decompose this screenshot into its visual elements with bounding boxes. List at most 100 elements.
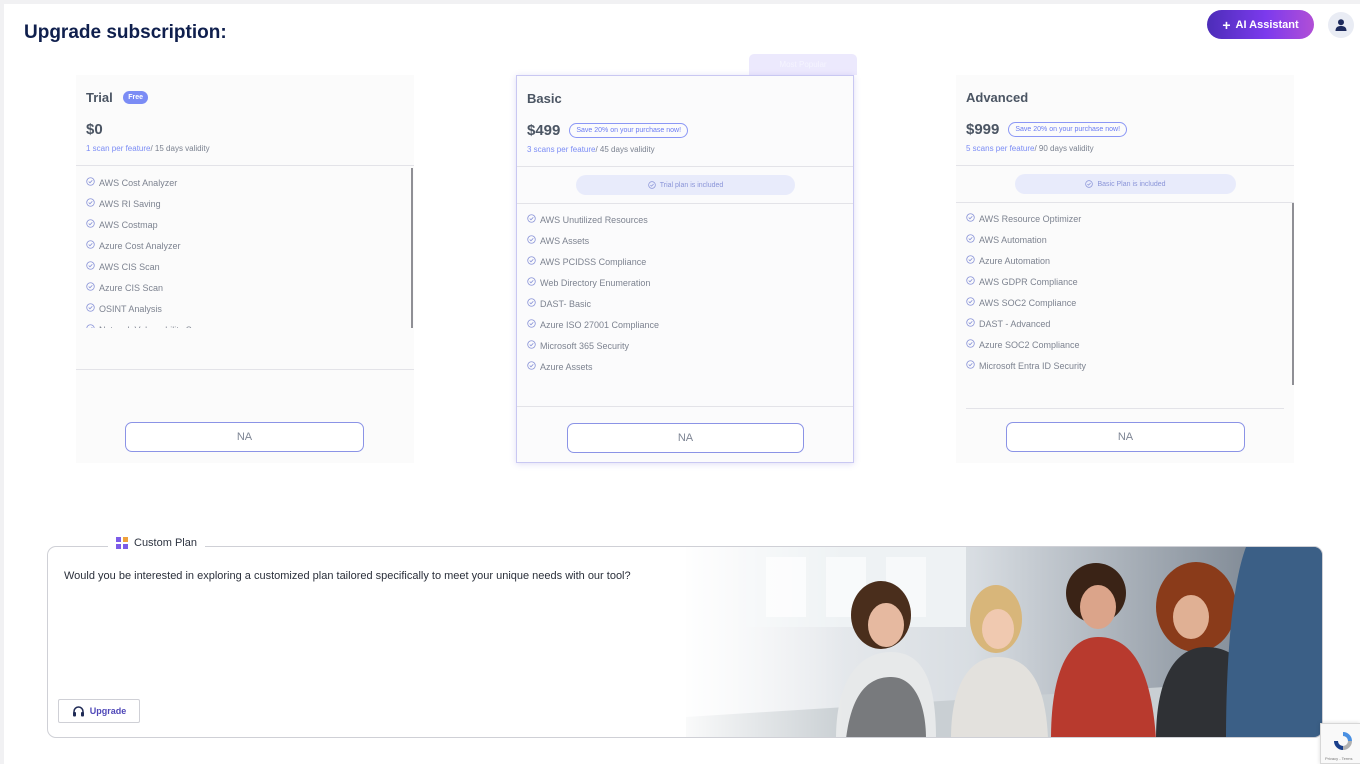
plan-select-button[interactable]: NA: [1006, 422, 1245, 452]
recaptcha-text: Privacy - Terms: [1325, 756, 1353, 761]
feature-item: AWS Automation: [966, 229, 1284, 250]
feature-label: AWS GDPR Compliance: [979, 276, 1078, 287]
plan-validity: 3 scans per feature/ 45 days validity: [527, 145, 843, 154]
feature-label: AWS Assets: [540, 235, 590, 246]
plan-select-button[interactable]: NA: [125, 422, 364, 452]
plan-validity: 1 scan per feature/ 15 days validity: [86, 144, 404, 153]
save-badge: Save 20% on your purchase now!: [569, 123, 689, 138]
check-circle-icon: [527, 277, 536, 288]
plan-days: / 90 days validity: [1034, 144, 1094, 153]
plan-scans: 5 scans per feature: [966, 144, 1035, 153]
check-circle-icon: [527, 235, 536, 246]
check-circle-icon: [86, 303, 95, 314]
feature-item: DAST- Basic: [527, 293, 843, 314]
feature-item: Microsoft 365 Security: [527, 335, 843, 356]
check-circle-icon: [647, 181, 656, 189]
feature-list[interactable]: AWS Cost Analyzer AWS RI Saving AWS Costma…: [86, 172, 404, 328]
check-circle-icon: [527, 214, 536, 225]
feature-scrollbar[interactable]: [411, 168, 413, 328]
check-circle-icon: [86, 177, 95, 188]
check-circle-icon: [966, 318, 975, 329]
plan-card-basic: Basic $499 Save 20% on your purchase now…: [516, 75, 854, 463]
feature-item: AWS PCIDSS Compliance: [527, 251, 843, 272]
feature-label: Azure Automation: [979, 255, 1051, 266]
feature-item: Azure CIS Scan: [86, 277, 404, 298]
plan-scans: 1 scan per feature: [86, 144, 151, 153]
plan-days: / 15 days validity: [150, 144, 210, 153]
divider: [517, 166, 853, 167]
included-pill: Trial plan is included: [576, 175, 795, 195]
page: Upgrade subscription: + AI Assistant Mos…: [4, 4, 1360, 764]
check-circle-icon: [966, 213, 975, 224]
user-avatar-button[interactable]: [1328, 12, 1354, 38]
feature-label: AWS RI Saving: [99, 198, 161, 209]
feature-label: Azure CIS Scan: [99, 282, 164, 293]
custom-plan-panel: Would you be interested in exploring a c…: [47, 546, 1323, 738]
check-circle-icon: [86, 219, 95, 230]
check-circle-icon: [966, 297, 975, 308]
feature-item: Network Vulnerability Scan: [86, 319, 404, 328]
feature-item: AWS Resource Optimizer: [966, 208, 1284, 229]
recaptcha-badge[interactable]: Privacy - Terms: [1320, 723, 1360, 764]
feature-item: AWS CIS Scan: [86, 256, 404, 277]
feature-label: Microsoft Entra ID Security: [979, 360, 1087, 371]
included-pill: Basic Plan is included: [1015, 174, 1236, 194]
check-circle-icon: [966, 234, 975, 245]
feature-item: AWS RI Saving: [86, 193, 404, 214]
check-circle-icon: [1085, 180, 1094, 188]
page-title: Upgrade subscription:: [24, 22, 227, 43]
custom-plan-description: Would you be interested in exploring a c…: [64, 570, 631, 582]
feature-label: Azure ISO 27001 Compliance: [540, 319, 660, 330]
plan-card-trial: Trial Free $0 1 scan per feature/ 15 day…: [76, 75, 414, 463]
plan-name: Basic: [527, 91, 562, 107]
check-circle-icon: [86, 240, 95, 251]
feature-item: AWS SOC2 Compliance: [966, 292, 1284, 313]
most-popular-tag: Most Popular: [749, 54, 857, 75]
check-circle-icon: [86, 261, 95, 272]
feature-label: AWS Resource Optimizer: [979, 213, 1082, 224]
feature-scrollbar[interactable]: [1292, 203, 1294, 385]
divider: [517, 203, 853, 204]
feature-item: Azure SOC2 Compliance: [966, 334, 1284, 355]
feature-label: DAST - Advanced: [979, 318, 1051, 329]
plus-icon: +: [1222, 16, 1231, 33]
headset-icon: [72, 706, 84, 717]
check-circle-icon: [966, 276, 975, 287]
feature-label: AWS PCIDSS Compliance: [540, 256, 647, 267]
plan-select-button[interactable]: NA: [567, 423, 804, 453]
check-circle-icon: [86, 282, 95, 293]
plan-name: Trial: [86, 90, 113, 106]
feature-label: AWS Costmap: [99, 219, 158, 230]
feature-label: Network Vulnerability Scan: [99, 325, 206, 329]
feature-label: AWS CIS Scan: [99, 261, 160, 272]
feature-item: AWS Cost Analyzer: [86, 172, 404, 193]
feature-list[interactable]: AWS Resource Optimizer AWS Automation Azur…: [966, 208, 1284, 378]
feature-list[interactable]: AWS Unutilized Resources AWS Assets AWS PC…: [527, 209, 843, 379]
divider: [517, 406, 853, 407]
feature-label: AWS SOC2 Compliance: [979, 297, 1077, 308]
feature-item: AWS Costmap: [86, 214, 404, 235]
check-circle-icon: [527, 256, 536, 267]
check-circle-icon: [966, 255, 975, 266]
check-circle-icon: [86, 324, 95, 328]
plan-card-advanced: Advanced $999 Save 20% on your purchase …: [956, 75, 1294, 463]
recaptcha-icon: [1334, 732, 1352, 750]
divider: [76, 165, 414, 166]
check-circle-icon: [86, 198, 95, 209]
feature-item: AWS Unutilized Resources: [527, 209, 843, 230]
feature-label: AWS Unutilized Resources: [540, 214, 648, 225]
free-badge: Free: [123, 91, 148, 105]
divider: [956, 202, 1294, 203]
plan-price: $499: [527, 122, 561, 139]
feature-label: DAST- Basic: [540, 298, 592, 309]
upgrade-button[interactable]: Upgrade: [58, 699, 140, 723]
feature-label: Azure SOC2 Compliance: [979, 339, 1080, 350]
feature-item: Azure Cost Analyzer: [86, 235, 404, 256]
upgrade-label: Upgrade: [89, 706, 127, 716]
feature-item: OSINT Analysis: [86, 298, 404, 319]
ai-assistant-button[interactable]: + AI Assistant: [1207, 10, 1314, 39]
feature-item: Azure Assets: [527, 356, 843, 377]
feature-item: Azure ISO 27001 Compliance: [527, 314, 843, 335]
feature-label: Web Directory Enumeration: [540, 277, 651, 288]
feature-item: AWS Assets: [527, 230, 843, 251]
